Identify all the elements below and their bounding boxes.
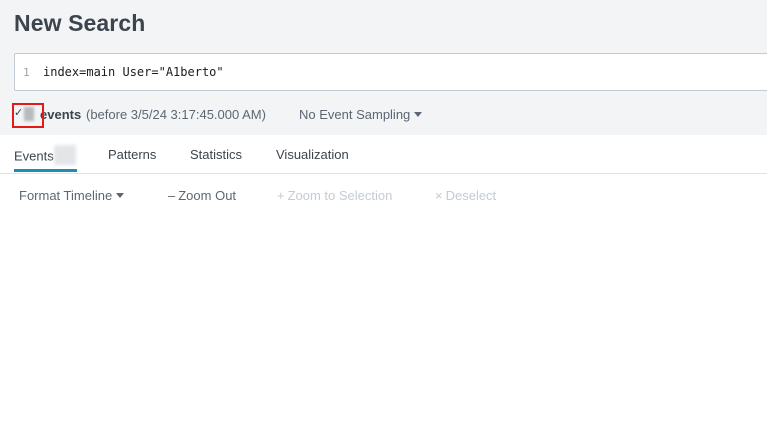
line-number: 1 — [23, 66, 30, 79]
tab-events-count-redacted — [53, 145, 76, 165]
tab-events-label: Events — [14, 148, 54, 164]
search-status-row: ✓ events (before 3/5/24 3:17:45.000 AM) … — [0, 104, 767, 124]
format-timeline-label: Format Timeline — [19, 188, 113, 203]
caret-down-icon — [414, 112, 423, 118]
tab-patterns[interactable]: Patterns — [108, 147, 156, 162]
tab-visualization[interactable]: Visualization — [276, 147, 349, 162]
zoom-out-button[interactable]: – Zoom Out — [168, 188, 236, 203]
zoom-out-label: Zoom Out — [178, 188, 237, 203]
tab-events[interactable]: Events — [14, 145, 76, 167]
event-sampling-label: No Event Sampling — [299, 107, 411, 122]
format-timeline-button[interactable]: Format Timeline — [19, 188, 125, 203]
annotation-highlight-box — [12, 103, 44, 128]
events-count-label: events — [40, 107, 82, 122]
search-bar[interactable]: 1 index=main User="A1berto" — [14, 53, 767, 91]
close-icon: × — [435, 188, 443, 203]
events-time-range: (before 3/5/24 3:17:45.000 AM) — [86, 107, 266, 122]
timeline-toolbar: Format Timeline – Zoom Out + Zoom to Selec… — [0, 185, 767, 207]
search-input[interactable]: index=main User="A1berto" — [43, 65, 224, 79]
minus-icon: – — [168, 188, 176, 203]
zoom-to-selection-button[interactable]: + Zoom to Selection — [277, 188, 392, 203]
tab-statistics[interactable]: Statistics — [190, 147, 242, 162]
deselect-label: Deselect — [445, 188, 497, 203]
zoom-to-selection-label: Zoom to Selection — [287, 188, 393, 203]
results-tab-bar: Events Patterns Statistics Visualization — [0, 135, 767, 174]
search-header-area: New Search 1 index=main User="A1berto" ✓… — [0, 0, 767, 135]
page-title: New Search — [14, 10, 146, 36]
caret-down-icon — [116, 193, 125, 199]
plus-icon: + — [277, 188, 285, 203]
event-sampling-dropdown[interactable]: No Event Sampling — [299, 107, 423, 122]
deselect-button[interactable]: × Deselect — [435, 188, 496, 203]
active-tab-indicator — [14, 169, 77, 172]
